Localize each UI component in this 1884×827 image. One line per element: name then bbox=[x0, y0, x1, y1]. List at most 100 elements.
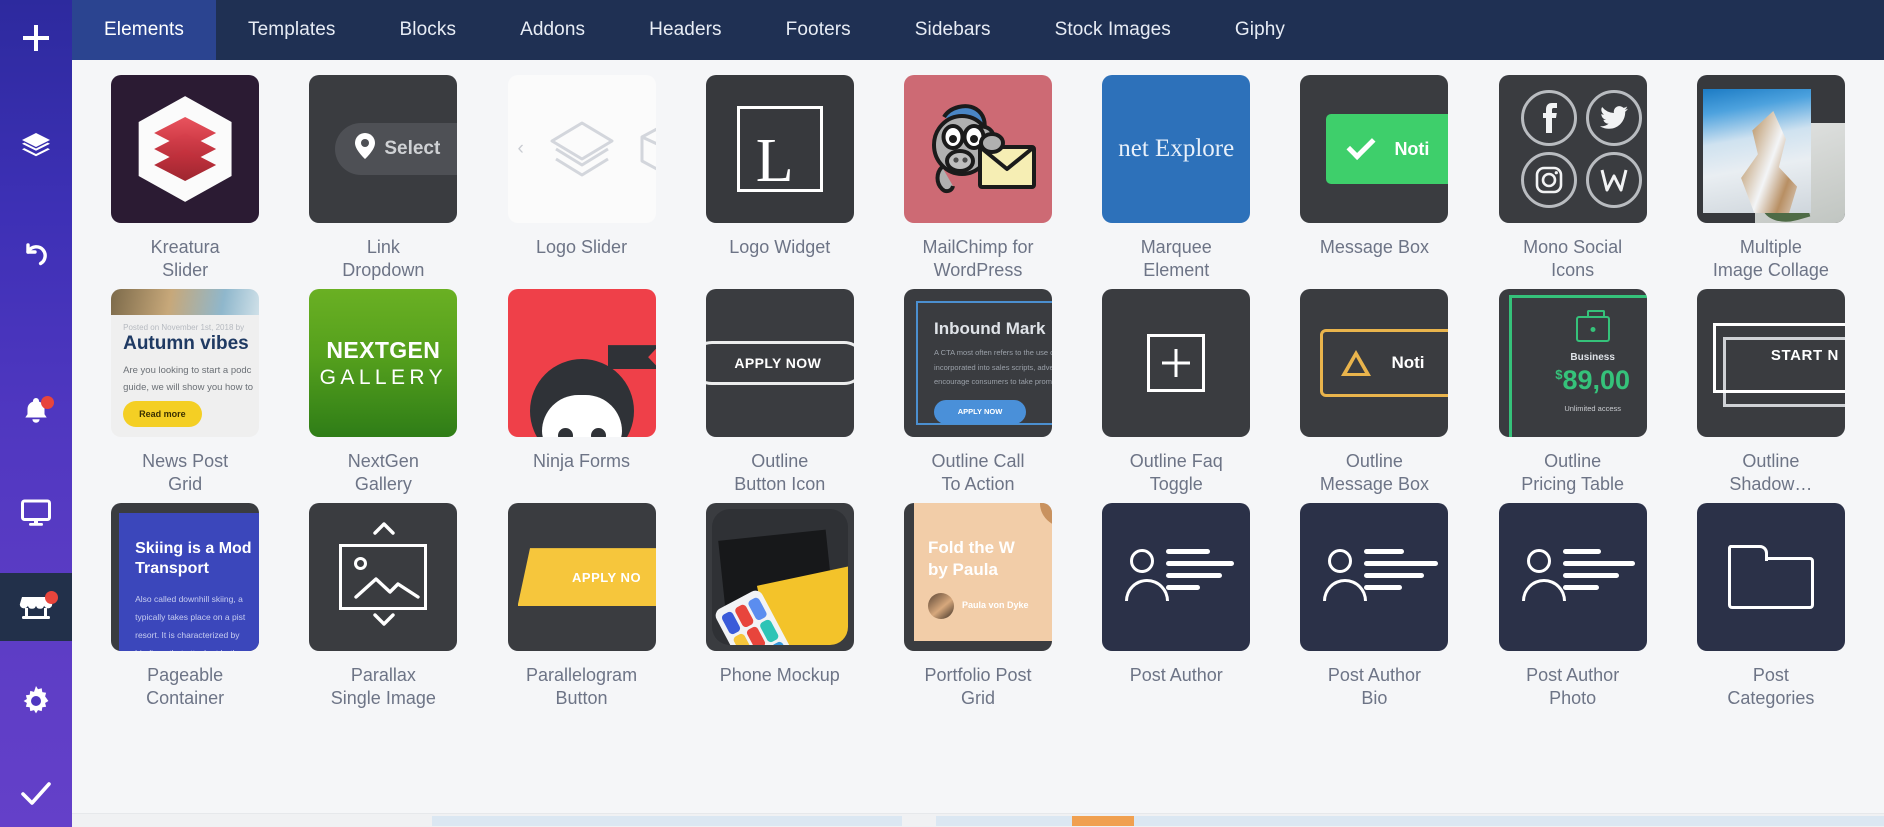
freddie-mascot-icon bbox=[918, 99, 1038, 200]
element-thumbnail[interactable]: Posted on November 1st, 2018 by Autumn vi… bbox=[111, 289, 260, 438]
element-thumbnail[interactable] bbox=[111, 75, 260, 223]
history-button[interactable] bbox=[0, 220, 72, 288]
element-card-portfolio[interactable]: Fold the Wby Paula Paula von Dyke Portfoli… bbox=[879, 500, 1077, 710]
element-thumbnail[interactable]: Skiing is a Mod Transport Also called down… bbox=[111, 503, 260, 652]
tab-sidebars[interactable]: Sidebars bbox=[883, 0, 1023, 60]
element-thumbnail[interactable] bbox=[1102, 289, 1251, 438]
tab-stock-images[interactable]: Stock Images bbox=[1023, 0, 1203, 60]
element-card-post-author-bio[interactable]: Post Author Bio bbox=[1275, 500, 1473, 710]
chevron-up-icon[interactable] bbox=[373, 521, 396, 541]
tab-addons[interactable]: Addons bbox=[488, 0, 617, 60]
text-line bbox=[1166, 549, 1211, 555]
scrollbar-thumb[interactable] bbox=[1072, 816, 1134, 826]
element-card-logo-slider[interactable]: ‹ Logo Slider bbox=[482, 72, 680, 282]
element-card-phone-mockup[interactable]: Phone Mockup bbox=[681, 500, 879, 710]
element-thumbnail[interactable]: Inbound Mark A CTA most often refers to t… bbox=[903, 289, 1052, 438]
element-thumbnail[interactable]: L bbox=[705, 75, 854, 223]
element-card-marquee[interactable]: net Explore Marquee Element bbox=[1077, 72, 1275, 282]
element-thumbnail[interactable]: START N bbox=[1696, 289, 1845, 438]
facebook-icon[interactable] bbox=[1521, 90, 1578, 146]
element-thumbnail[interactable]: APPLY NO bbox=[507, 503, 656, 652]
element-thumbnail[interactable]: APPLY NOW bbox=[705, 289, 854, 438]
element-card-parallax-image[interactable]: Parallax Single Image bbox=[284, 500, 482, 710]
tab-headers[interactable]: Headers bbox=[617, 0, 754, 60]
element-card-pageable[interactable]: Skiing is a Mod Transport Also called down… bbox=[86, 500, 284, 710]
add-element-button[interactable] bbox=[0, 4, 72, 72]
element-thumbnail[interactable] bbox=[1300, 503, 1449, 652]
tab-footers[interactable]: Footers bbox=[754, 0, 883, 60]
scrollbar-track bbox=[432, 816, 1884, 826]
element-caption: Outline Message Box bbox=[1319, 451, 1429, 495]
element-thumbnail[interactable]: NEXTGEN GALLERY bbox=[309, 289, 458, 438]
notifications-button[interactable] bbox=[0, 376, 72, 444]
horizontal-scrollbar[interactable] bbox=[72, 813, 1884, 827]
chevron-down-icon[interactable] bbox=[373, 613, 396, 633]
element-card-post-author-photo[interactable]: Post Author Photo bbox=[1474, 500, 1672, 710]
element-thumbnail[interactable] bbox=[507, 289, 656, 438]
element-card-post-author[interactable]: Post Author bbox=[1077, 500, 1275, 710]
nextgen-wordmark: NEXTGEN bbox=[326, 336, 441, 363]
element-card-nextgen[interactable]: NEXTGEN GALLERY NextGen Gallery bbox=[284, 286, 482, 496]
settings-button[interactable] bbox=[0, 667, 72, 735]
element-card-link-dropdown[interactable]: Select Link Dropdown bbox=[284, 72, 482, 282]
element-card-message-box[interactable]: Noti Message Box bbox=[1275, 72, 1473, 282]
gear-icon bbox=[21, 685, 51, 716]
tab-blocks[interactable]: Blocks bbox=[368, 0, 489, 60]
element-thumbnail[interactable] bbox=[1696, 503, 1845, 652]
element-card-image-collage[interactable]: Multiple Image Collage bbox=[1672, 72, 1870, 282]
elements-scroll-pane[interactable]: Kreatura Slider Select Link Dropdown ‹ Logo Sl… bbox=[72, 60, 1884, 813]
element-card-kreatura[interactable]: Kreatura Slider bbox=[86, 72, 284, 282]
plan-name: Business bbox=[1570, 352, 1615, 364]
element-card-outline-button[interactable]: APPLY NOW Outline Button Icon bbox=[681, 286, 879, 496]
warning-notice-bar: Noti bbox=[1320, 329, 1449, 398]
vk-icon[interactable] bbox=[1586, 152, 1643, 208]
element-thumbnail[interactable]: Select bbox=[309, 75, 458, 223]
element-card-mailchimp[interactable]: MailChimp for WordPress bbox=[879, 72, 1077, 282]
element-card-outline-pricing[interactable]: Business $89,00 Unlimited access Outline Pri… bbox=[1474, 286, 1672, 496]
element-thumbnail[interactable] bbox=[309, 503, 458, 652]
notice-label: Noti bbox=[1391, 353, 1425, 373]
left-toolbar bbox=[0, 0, 72, 827]
element-card-logo-widget[interactable]: L Logo Widget bbox=[681, 72, 879, 282]
outline-button[interactable]: APPLY NOW bbox=[705, 341, 854, 386]
cta-button[interactable]: APPLY NOW bbox=[933, 399, 1026, 424]
element-card-mono-social[interactable]: Mono Social Icons bbox=[1474, 72, 1672, 282]
element-thumbnail[interactable]: ‹ bbox=[507, 75, 656, 223]
publish-button[interactable] bbox=[0, 759, 72, 827]
element-card-news-post-grid[interactable]: Posted on November 1st, 2018 by Autumn vi… bbox=[86, 286, 284, 496]
element-thumbnail[interactable] bbox=[1498, 503, 1647, 652]
plus-toggle-icon[interactable] bbox=[1147, 334, 1206, 393]
element-caption: Pageable Container bbox=[146, 665, 225, 709]
element-card-outline-faq[interactable]: Outline Faq Toggle bbox=[1077, 286, 1275, 496]
undo-icon bbox=[20, 238, 52, 270]
tab-templates[interactable]: Templates bbox=[216, 0, 368, 60]
element-thumbnail[interactable] bbox=[903, 75, 1052, 223]
parallelogram-button[interactable]: APPLY NO bbox=[517, 548, 656, 607]
store-button[interactable] bbox=[0, 572, 72, 641]
tab-giphy[interactable]: Giphy bbox=[1203, 0, 1317, 60]
element-thumbnail[interactable]: net Explore bbox=[1102, 75, 1251, 223]
element-card-ninja-forms[interactable]: Ninja Forms bbox=[482, 286, 680, 496]
element-card-outline-cta[interactable]: Inbound Mark A CTA most often refers to t… bbox=[879, 286, 1077, 496]
layers-button[interactable] bbox=[0, 112, 72, 180]
twitter-icon[interactable] bbox=[1586, 90, 1643, 146]
element-card-post-categories[interactable]: Post Categories bbox=[1672, 500, 1870, 710]
element-card-outline-shadow[interactable]: START N Outline Shadow… bbox=[1672, 286, 1870, 496]
kreatura-logo bbox=[131, 95, 239, 203]
tab-elements[interactable]: Elements bbox=[72, 0, 217, 60]
read-more-button[interactable]: Read more bbox=[123, 401, 202, 428]
element-thumbnail[interactable] bbox=[1498, 75, 1647, 223]
element-thumbnail[interactable]: Business $89,00 Unlimited access bbox=[1498, 289, 1647, 438]
element-thumbnail[interactable]: Noti bbox=[1300, 75, 1449, 223]
post-author-bio-icon bbox=[1323, 549, 1439, 605]
element-thumbnail[interactable] bbox=[1696, 75, 1845, 223]
element-thumbnail[interactable] bbox=[1102, 503, 1251, 652]
instagram-icon[interactable] bbox=[1521, 152, 1578, 208]
prev-arrow-icon[interactable]: ‹ bbox=[518, 138, 524, 160]
element-thumbnail[interactable] bbox=[705, 503, 854, 652]
preview-button[interactable] bbox=[0, 479, 72, 547]
element-card-parallelogram[interactable]: APPLY NO Parallelogram Button bbox=[482, 500, 680, 710]
element-thumbnail[interactable]: Noti bbox=[1300, 289, 1449, 438]
element-thumbnail[interactable]: Fold the Wby Paula Paula von Dyke bbox=[903, 503, 1052, 652]
element-card-outline-message[interactable]: Noti Outline Message Box bbox=[1275, 286, 1473, 496]
